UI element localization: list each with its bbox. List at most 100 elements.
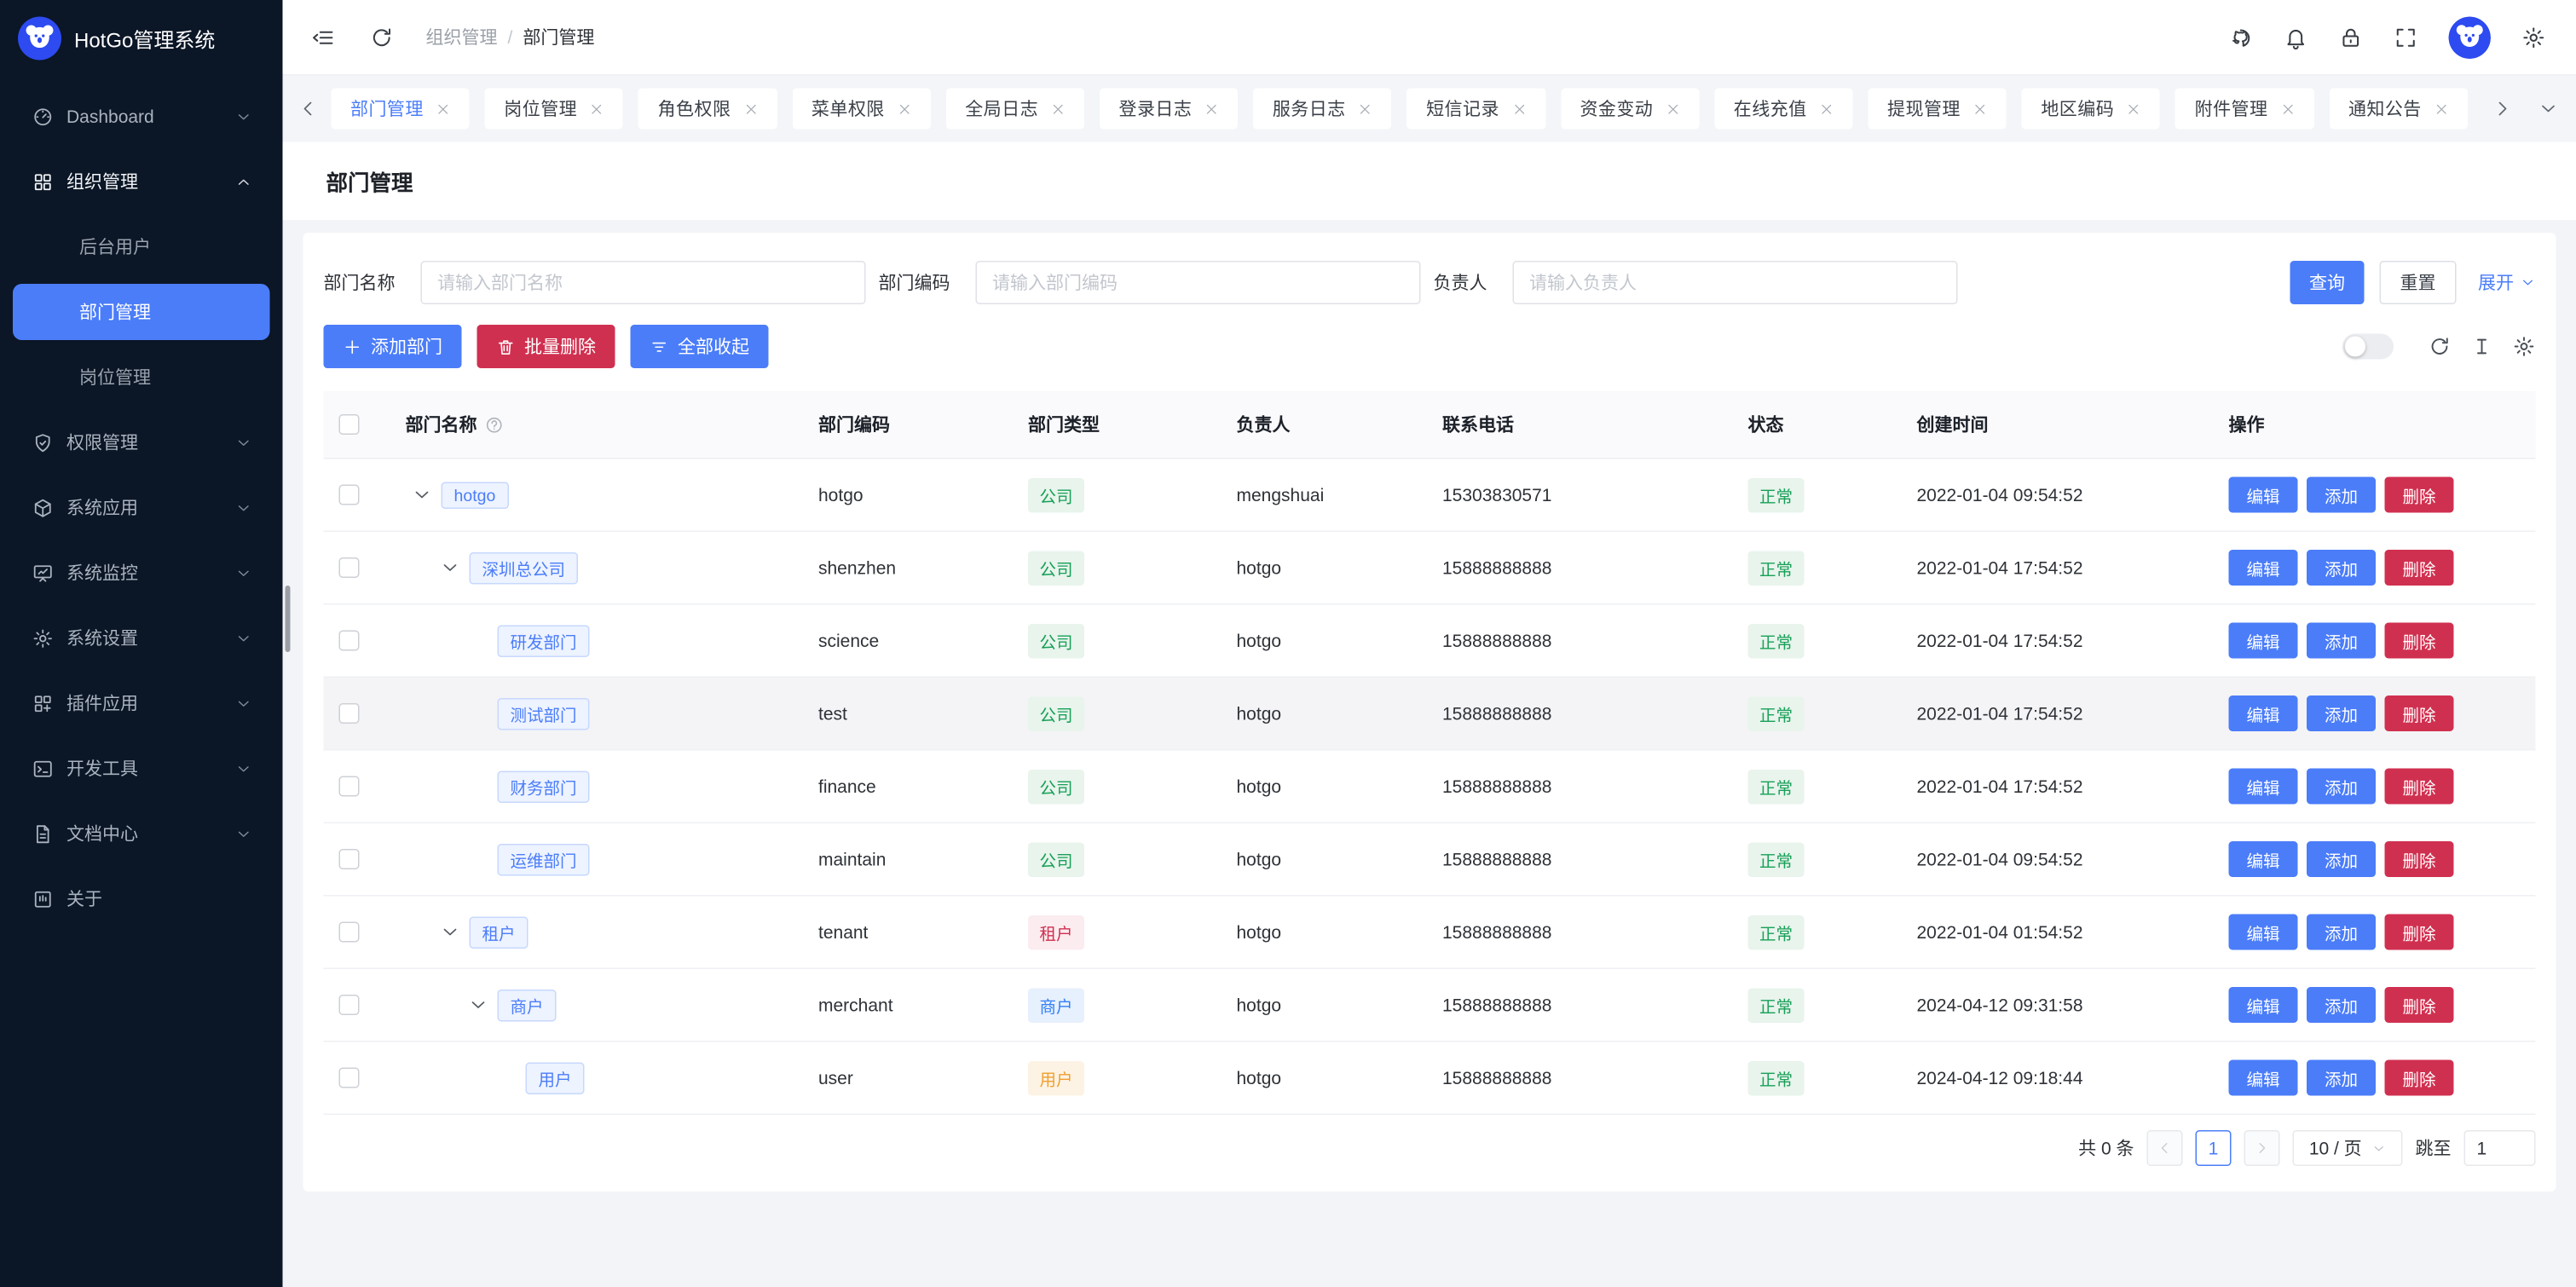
close-tab-icon[interactable]	[1973, 101, 1988, 116]
density-icon[interactable]	[2470, 335, 2493, 358]
sidebar-item-系统应用[interactable]: 系统应用	[13, 480, 270, 536]
close-tab-icon[interactable]	[1820, 101, 1834, 116]
row-checkbox[interactable]	[339, 922, 360, 943]
tab-地区编码[interactable]: 地区编码	[2022, 89, 2160, 130]
search-input-负责人[interactable]	[1513, 261, 1958, 304]
expand-row-icon[interactable]	[468, 995, 488, 1015]
striped-toggle[interactable]	[2342, 334, 2394, 360]
content-scrollbar-thumb[interactable]	[286, 586, 291, 652]
tab-岗位管理[interactable]: 岗位管理	[485, 89, 623, 130]
query-button[interactable]: 查询	[2290, 261, 2365, 304]
notification-bell-icon[interactable]	[2284, 25, 2308, 49]
edit-row-button[interactable]: 编辑	[2229, 1060, 2298, 1096]
delete-row-button[interactable]: 删除	[2385, 769, 2454, 805]
delete-row-button[interactable]: 删除	[2385, 1060, 2454, 1096]
refresh-table-icon[interactable]	[2429, 335, 2452, 358]
edit-row-button[interactable]: 编辑	[2229, 695, 2298, 731]
tab-登录日志[interactable]: 登录日志	[1100, 89, 1238, 130]
row-checkbox[interactable]	[339, 485, 360, 505]
expand-row-icon[interactable]	[440, 557, 460, 578]
tab-部门管理[interactable]: 部门管理	[332, 89, 470, 130]
department-name-tag[interactable]: 测试部门	[498, 697, 590, 730]
fullscreen-icon[interactable]	[2394, 25, 2418, 49]
delete-row-button[interactable]: 删除	[2385, 915, 2454, 950]
row-checkbox[interactable]	[339, 1068, 360, 1088]
sidebar-item-部门管理[interactable]: 部门管理	[13, 284, 270, 340]
select-all-checkbox[interactable]	[339, 414, 360, 435]
tabs-scroll-right-icon[interactable]	[2492, 99, 2513, 119]
next-page-button[interactable]	[2244, 1130, 2280, 1166]
github-icon[interactable]	[2229, 25, 2254, 49]
row-checkbox[interactable]	[339, 703, 360, 724]
delete-row-button[interactable]: 删除	[2385, 987, 2454, 1023]
breadcrumb-current[interactable]: 部门管理	[523, 25, 594, 50]
lock-screen-icon[interactable]	[2339, 25, 2364, 49]
sidebar-item-插件应用[interactable]: 插件应用	[13, 675, 270, 731]
tab-在线充值[interactable]: 在线充值	[1714, 89, 1852, 130]
close-tab-icon[interactable]	[743, 101, 758, 116]
department-name-tag[interactable]: 租户	[470, 916, 528, 949]
tab-提现管理[interactable]: 提现管理	[1868, 89, 2007, 130]
tab-全局日志[interactable]: 全局日志	[946, 89, 1084, 130]
menu-fold-icon[interactable]	[311, 25, 336, 49]
sidebar-item-文档中心[interactable]: 文档中心	[13, 805, 270, 862]
prev-page-button[interactable]	[2147, 1130, 2183, 1166]
row-checkbox[interactable]	[339, 631, 360, 651]
department-name-tag[interactable]: 深圳总公司	[470, 551, 579, 584]
page-size-select[interactable]: 10 / 页	[2293, 1130, 2403, 1166]
add-department-button[interactable]: 添加部门	[324, 325, 462, 368]
add-row-button[interactable]: 添加	[2307, 987, 2376, 1023]
add-row-button[interactable]: 添加	[2307, 915, 2376, 950]
delete-row-button[interactable]: 删除	[2385, 695, 2454, 731]
tab-资金变动[interactable]: 资金变动	[1561, 89, 1699, 130]
tab-服务日志[interactable]: 服务日志	[1253, 89, 1391, 130]
tab-附件管理[interactable]: 附件管理	[2175, 89, 2313, 130]
edit-row-button[interactable]: 编辑	[2229, 769, 2298, 805]
search-input-部门编码[interactable]	[976, 261, 1421, 304]
close-tab-icon[interactable]	[436, 101, 451, 116]
settings-gear-icon[interactable]	[2521, 25, 2546, 49]
department-name-tag[interactable]: 财务部门	[498, 770, 590, 803]
sidebar-item-系统监控[interactable]: 系统监控	[13, 545, 270, 601]
sidebar-item-权限管理[interactable]: 权限管理	[13, 414, 270, 470]
tabs-scroll-left-icon[interactable]	[298, 99, 319, 119]
sidebar-item-系统设置[interactable]: 系统设置	[13, 610, 270, 667]
tabs-menu-icon[interactable]	[2538, 99, 2559, 119]
row-checkbox[interactable]	[339, 557, 360, 578]
department-name-tag[interactable]: 运维部门	[498, 843, 590, 875]
tab-菜单权限[interactable]: 菜单权限	[792, 89, 930, 130]
sidebar-item-后台用户[interactable]: 后台用户	[13, 219, 270, 275]
tab-短信记录[interactable]: 短信记录	[1407, 89, 1545, 130]
expand-search-link[interactable]: 展开	[2478, 270, 2536, 296]
expand-row-icon[interactable]	[412, 485, 432, 505]
row-checkbox[interactable]	[339, 776, 360, 797]
close-tab-icon[interactable]	[1204, 101, 1219, 116]
search-input-部门名称[interactable]	[421, 261, 866, 304]
close-tab-icon[interactable]	[590, 101, 604, 116]
reload-page-icon[interactable]	[370, 25, 395, 49]
close-tab-icon[interactable]	[1666, 101, 1680, 116]
edit-row-button[interactable]: 编辑	[2229, 623, 2298, 659]
edit-row-button[interactable]: 编辑	[2229, 550, 2298, 586]
sidebar-item-Dashboard[interactable]: Dashboard	[13, 89, 270, 145]
tab-通知公告[interactable]: 通知公告	[2329, 89, 2467, 130]
department-name-tag[interactable]: 用户	[526, 1062, 585, 1094]
collapse-all-button[interactable]: 全部收起	[631, 325, 769, 368]
add-row-button[interactable]: 添加	[2307, 841, 2376, 877]
sidebar-item-组织管理[interactable]: 组织管理	[13, 153, 270, 210]
add-row-button[interactable]: 添加	[2307, 769, 2376, 805]
add-row-button[interactable]: 添加	[2307, 550, 2376, 586]
close-tab-icon[interactable]	[2280, 101, 2295, 116]
row-checkbox[interactable]	[339, 849, 360, 869]
department-name-tag[interactable]: 商户	[498, 989, 557, 1021]
delete-row-button[interactable]: 删除	[2385, 477, 2454, 513]
add-row-button[interactable]: 添加	[2307, 623, 2376, 659]
sidebar-item-岗位管理[interactable]: 岗位管理	[13, 349, 270, 406]
expand-row-icon[interactable]	[440, 922, 460, 943]
edit-row-button[interactable]: 编辑	[2229, 477, 2298, 513]
row-checkbox[interactable]	[339, 995, 360, 1015]
jump-page-input[interactable]	[2464, 1130, 2536, 1166]
sidebar-item-关于[interactable]: 关于	[13, 871, 270, 927]
delete-row-button[interactable]: 删除	[2385, 623, 2454, 659]
close-tab-icon[interactable]	[898, 101, 912, 116]
